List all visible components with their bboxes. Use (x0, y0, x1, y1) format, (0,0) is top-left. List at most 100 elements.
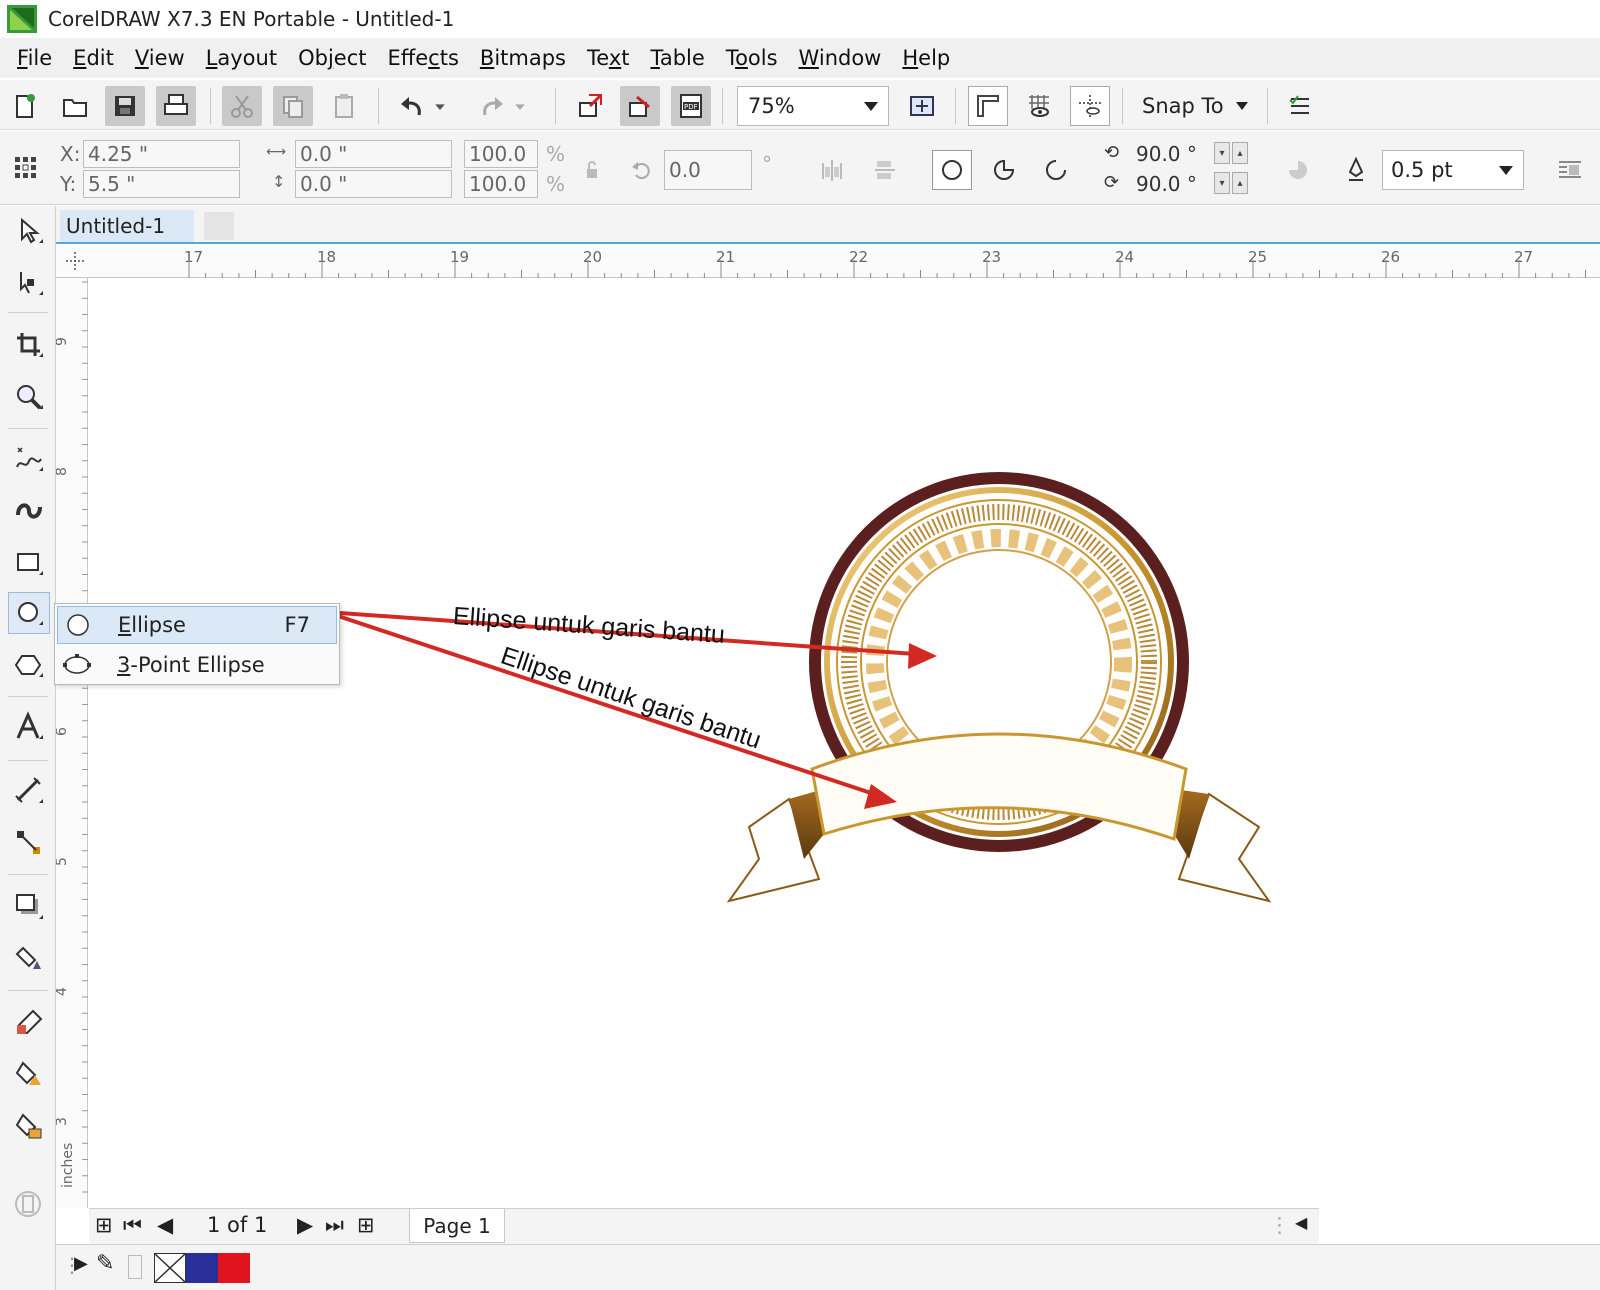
spin-up-icon[interactable]: ▴ (1232, 142, 1248, 164)
scroll-left-icon[interactable]: ◀ (1295, 1213, 1307, 1232)
mirror-vertical-icon[interactable] (864, 150, 904, 190)
window-title: CorelDRAW X7.3 EN Portable - Untitled-1 (48, 7, 455, 31)
x-position-value: 4.25 " (88, 142, 149, 166)
snap-to-button[interactable]: Snap To (1142, 86, 1248, 126)
color-eyedropper-tool-icon[interactable] (8, 1002, 50, 1044)
open-folder-icon[interactable] (55, 86, 95, 126)
menu-file[interactable]: File (6, 46, 62, 70)
next-page-icon[interactable]: ▶ (297, 1213, 313, 1237)
freehand-tool-icon[interactable] (8, 438, 50, 480)
end-angle-value[interactable]: 90.0 ° (1136, 172, 1197, 196)
mirror-horizontal-icon[interactable] (812, 150, 852, 190)
menu-effects[interactable]: Effects (377, 46, 469, 70)
change-direction-icon[interactable] (1278, 150, 1318, 190)
wrap-text-icon[interactable] (1550, 150, 1590, 190)
paste-icon[interactable] (324, 86, 364, 126)
menu-edit[interactable]: Edit (62, 46, 124, 70)
pie-mode-icon[interactable] (984, 150, 1024, 190)
start-angle-value[interactable]: 90.0 ° (1136, 142, 1197, 166)
first-page-icon[interactable]: ⏮ (123, 1213, 142, 1238)
show-guidelines-icon[interactable] (1070, 86, 1110, 126)
menu-table[interactable]: Table (639, 46, 714, 70)
polygon-tool-icon[interactable] (8, 644, 50, 686)
arc-mode-icon[interactable] (1036, 150, 1076, 190)
y-position-field[interactable]: 5.5 " (83, 170, 240, 198)
horizontal-ruler[interactable]: 17 18 19 20 21 22 23 24 25 26 27 (56, 246, 1600, 278)
text-tool-icon[interactable] (8, 706, 50, 748)
spin-down-icon[interactable]: ▾ (1214, 172, 1230, 194)
menu-help[interactable]: Help (891, 46, 960, 70)
artistic-media-tool-icon[interactable] (8, 490, 50, 532)
export-icon[interactable] (620, 86, 660, 126)
rotation-field[interactable]: 0.0 (664, 150, 752, 190)
palette-menu-icon[interactable]: ▶ (74, 1253, 88, 1274)
show-rulers-icon[interactable] (968, 86, 1008, 126)
drawing-canvas[interactable] (89, 279, 1600, 1208)
menu-view[interactable]: View (124, 46, 195, 70)
object-origin-icon[interactable] (6, 148, 46, 188)
spin-down-icon[interactable]: ▾ (1214, 142, 1230, 164)
rectangle-tool-icon[interactable] (8, 542, 50, 584)
document-tab[interactable]: Untitled-1 (60, 210, 194, 242)
customize-toolbox-icon[interactable] (8, 1184, 50, 1226)
blue-swatch[interactable] (186, 1253, 218, 1283)
import-icon[interactable] (570, 86, 610, 126)
options-icon[interactable] (1280, 86, 1320, 126)
menu-text[interactable]: Text (576, 46, 639, 70)
undo-icon[interactable] (392, 86, 432, 126)
cut-icon[interactable] (222, 86, 262, 126)
undo-dropdown-icon[interactable] (428, 86, 452, 126)
degree-label: ° (762, 152, 772, 176)
pick-tool-icon[interactable] (8, 210, 50, 252)
width-field[interactable]: 0.0 " (295, 140, 452, 168)
menu-object[interactable]: Object (287, 46, 376, 70)
page-tab[interactable]: Page 1 (409, 1209, 505, 1243)
shape-tool-icon[interactable] (8, 262, 50, 304)
redo-dropdown-icon[interactable] (508, 86, 532, 126)
rotation-value: 0.0 (669, 158, 701, 182)
drop-shadow-tool-icon[interactable] (8, 886, 50, 928)
lock-ratio-icon[interactable] (572, 150, 612, 190)
redo-icon[interactable] (472, 86, 512, 126)
connector-tool-icon[interactable] (8, 822, 50, 864)
publish-pdf-icon[interactable]: PDF (671, 86, 711, 126)
height-field[interactable]: 0.0 " (295, 170, 452, 198)
ellipse-mode-icon[interactable] (932, 150, 972, 190)
menu-window[interactable]: Window (788, 46, 892, 70)
add-page-before-icon[interactable]: ⊞ (95, 1213, 113, 1237)
outline-width-select[interactable]: 0.5 pt (1382, 150, 1524, 190)
badge-artwork[interactable] (89, 279, 1600, 1208)
scale-y-field[interactable]: 100.0 (464, 170, 538, 198)
x-position-field[interactable]: 4.25 " (83, 140, 240, 168)
dimension-tool-icon[interactable] (8, 770, 50, 812)
show-grid-icon[interactable] (1019, 86, 1059, 126)
no-color-swatch[interactable] (154, 1253, 186, 1283)
vertical-ruler[interactable]: 9 8 6 5 4 3 (56, 278, 88, 1208)
three-point-ellipse-menu-item[interactable]: 3-Point Ellipse (57, 646, 337, 684)
new-tab-icon[interactable] (204, 212, 234, 240)
zoom-tool-icon[interactable] (8, 376, 50, 418)
document-palette-icon[interactable] (128, 1255, 142, 1279)
interactive-fill-tool-icon[interactable] (8, 1054, 50, 1096)
menu-bitmaps[interactable]: Bitmaps (469, 46, 576, 70)
full-screen-preview-icon[interactable] (902, 86, 942, 126)
menu-layout[interactable]: Layout (195, 46, 287, 70)
red-swatch[interactable] (218, 1253, 250, 1283)
copy-icon[interactable] (273, 86, 313, 126)
add-page-after-icon[interactable]: ⊞ (357, 1213, 375, 1237)
print-icon[interactable] (156, 86, 196, 126)
crop-tool-icon[interactable] (8, 324, 50, 366)
previous-page-icon[interactable]: ◀ (157, 1213, 173, 1237)
ellipse-menu-item[interactable]: Ellipse F7 (57, 606, 337, 644)
last-page-icon[interactable]: ⏭ (325, 1213, 344, 1238)
save-icon[interactable] (105, 86, 145, 126)
ellipse-tool-icon[interactable] (8, 592, 50, 634)
zoom-level-select[interactable]: 75% (737, 86, 889, 126)
spin-up-icon[interactable]: ▴ (1232, 172, 1248, 194)
scale-x-field[interactable]: 100.0 (464, 140, 538, 168)
new-document-icon[interactable] (4, 86, 44, 126)
transparency-tool-icon[interactable] (8, 938, 50, 980)
menu-tools[interactable]: Tools (715, 46, 788, 70)
smart-fill-tool-icon[interactable] (8, 1106, 50, 1148)
eyedropper-icon[interactable]: ✎ (96, 1251, 114, 1276)
